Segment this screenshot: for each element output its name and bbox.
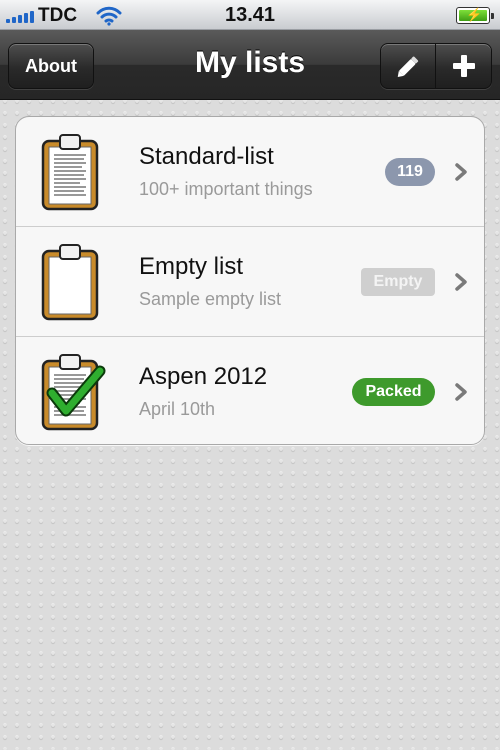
edit-button[interactable] bbox=[381, 44, 436, 88]
chevron-right-icon bbox=[455, 163, 467, 181]
clock: 13.41 bbox=[224, 4, 276, 26]
battery-charging-icon: ⚡ bbox=[456, 7, 494, 24]
clipboard-checked-icon bbox=[41, 354, 106, 431]
chevron-right-icon bbox=[455, 273, 467, 291]
chevron-right-icon bbox=[455, 383, 467, 401]
list-row-standard[interactable]: Standard-list 100+ important things 119 bbox=[16, 117, 484, 226]
list-subtitle: April 10th bbox=[139, 399, 216, 419]
plus-icon bbox=[453, 55, 475, 77]
status-bar: TDC 13.41 ⚡ bbox=[0, 0, 500, 30]
list-subtitle: Sample empty list bbox=[139, 289, 282, 309]
list-title: Empty list bbox=[139, 253, 244, 280]
list-row-empty[interactable]: Empty list Sample empty list Empty bbox=[16, 226, 484, 335]
packed-badge: Packed bbox=[352, 378, 435, 406]
list-row-aspen[interactable]: Aspen 2012 April 10th Packed bbox=[16, 336, 484, 444]
list-title: Aspen 2012 bbox=[139, 363, 268, 390]
clipboard-empty-icon bbox=[41, 244, 99, 321]
lists-table: Standard-list 100+ important things 119 … bbox=[15, 116, 485, 445]
empty-badge: Empty bbox=[361, 268, 435, 296]
list-title: Standard-list bbox=[139, 143, 274, 170]
list-subtitle: 100+ important things bbox=[139, 179, 313, 199]
add-list-button[interactable] bbox=[437, 44, 491, 88]
pencil-icon bbox=[397, 56, 419, 77]
toolbar-segment bbox=[380, 43, 492, 89]
navigation-bar: About My lists bbox=[0, 30, 500, 100]
clipboard-filled-icon bbox=[41, 134, 99, 211]
count-badge: 119 bbox=[385, 158, 435, 186]
